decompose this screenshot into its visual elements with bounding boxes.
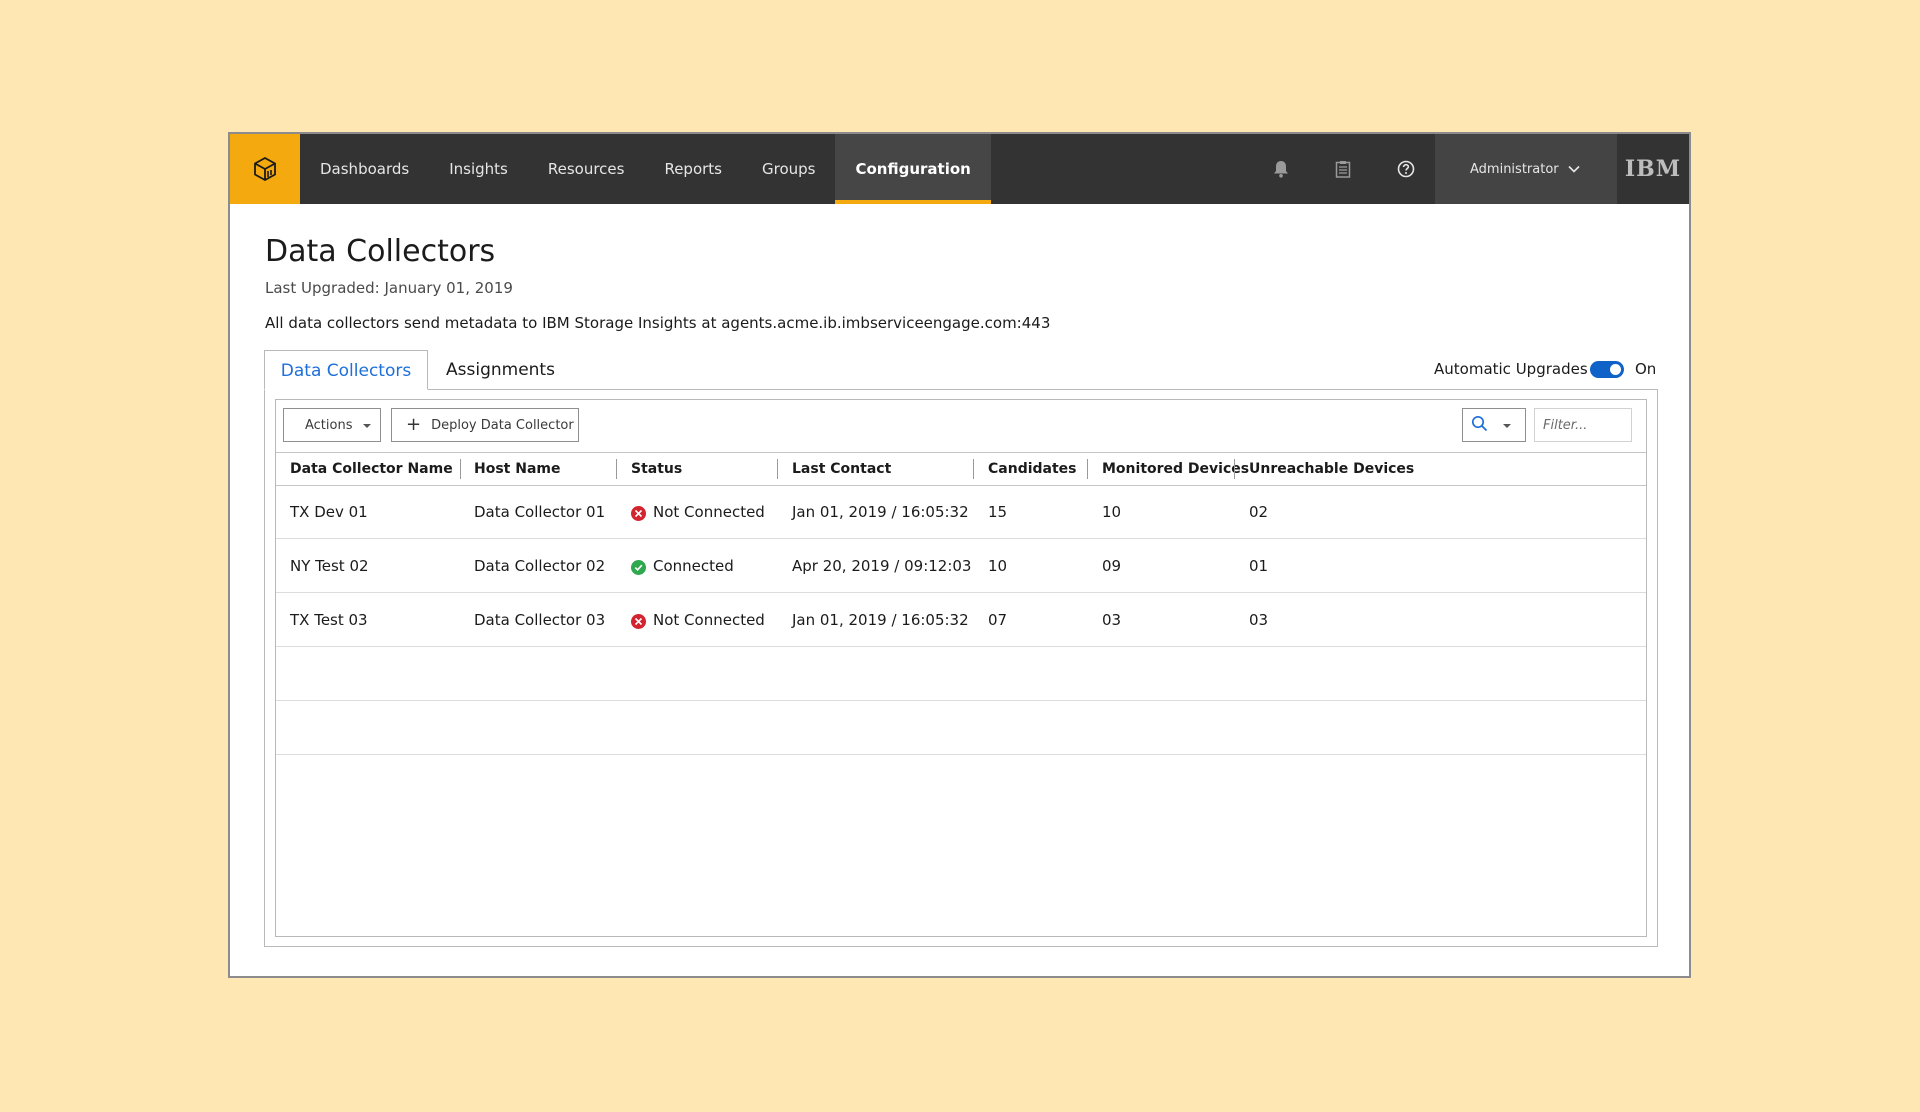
column-divider [460,459,461,479]
actions-dropdown[interactable]: Actions [283,408,381,442]
plus-icon: + [406,414,422,435]
top-navigation-bar: Dashboards Insights Resources Reports Gr… [230,134,1689,204]
cell-last-contact: Jan 01, 2019 / 16:05:32 [792,611,969,629]
col-header-unreachable[interactable]: Unreachable Devices [1249,453,1414,486]
caret-down-icon [1503,424,1511,428]
actions-label: Actions [305,417,353,433]
cell-status: Not Connected [653,611,765,629]
deploy-label: Deploy Data Collector [431,417,574,433]
user-menu[interactable]: Administrator [1435,134,1617,204]
nav-dashboards[interactable]: Dashboards [300,134,429,204]
table-row[interactable]: TX Test 03 Data Collector 03 Not Connect… [276,594,1646,647]
cell-unreachable: 02 [1249,503,1269,521]
cell-unreachable: 01 [1249,557,1269,575]
nav-resources[interactable]: Resources [528,134,645,204]
nav-configuration[interactable]: Configuration [835,134,991,204]
cell-host: Data Collector 02 [474,557,606,575]
column-divider [777,459,778,479]
tab-data-collectors[interactable]: Data Collectors [264,350,428,390]
clipboard-icon[interactable] [1331,157,1355,181]
cell-host: Data Collector 03 [474,611,606,629]
search-dropdown[interactable] [1462,408,1526,442]
chevron-down-icon [1567,161,1581,180]
cell-last-contact: Apr 20, 2019 / 09:12:03 [792,557,972,575]
storage-cube-icon[interactable] [230,134,300,204]
col-header-candidates[interactable]: Candidates [988,453,1077,486]
cell-monitored: 09 [1102,557,1122,575]
bell-icon[interactable] [1269,157,1293,181]
cell-monitored: 03 [1102,611,1122,629]
column-divider [616,459,617,479]
col-header-monitored[interactable]: Monitored Devices [1102,453,1249,486]
cell-candidates: 15 [988,503,1008,521]
help-icon[interactable] [1394,157,1418,181]
main-nav: Dashboards Insights Resources Reports Gr… [300,134,991,204]
cell-last-contact: Jan 01, 2019 / 16:05:32 [792,503,969,521]
empty-table-row [276,647,1646,701]
page-title: Data Collectors [265,234,496,269]
metadata-description: All data collectors send metadata to IBM… [265,314,1051,332]
column-divider [1234,459,1235,479]
nav-groups[interactable]: Groups [742,134,835,204]
table-row[interactable]: TX Dev 01 Data Collector 01 Not Connecte… [276,486,1646,539]
table-row[interactable]: NY Test 02 Data Collector 02 Connected A… [276,540,1646,593]
cell-unreachable: 03 [1249,611,1269,629]
nav-reports[interactable]: Reports [644,134,742,204]
connected-status-icon [631,560,646,575]
cell-name: TX Test 03 [290,611,368,629]
search-icon [1471,415,1488,436]
auto-upgrades-toggle[interactable] [1590,361,1624,378]
cell-monitored: 10 [1102,503,1122,521]
auto-upgrades-label: Automatic Upgrades [1434,360,1588,378]
cell-candidates: 07 [988,611,1008,629]
cell-status: Connected [653,557,734,575]
nav-insights[interactable]: Insights [429,134,528,204]
data-collectors-table-panel: Actions + Deploy Data Collector Data Col… [275,399,1647,937]
cell-candidates: 10 [988,557,1008,575]
deploy-data-collector-button[interactable]: + Deploy Data Collector [391,408,579,442]
col-header-last-contact[interactable]: Last Contact [792,453,891,486]
user-name: Administrator [1470,161,1559,177]
empty-table-row [276,701,1646,755]
cell-status: Not Connected [653,503,765,521]
col-header-host[interactable]: Host Name [474,453,560,486]
cell-host: Data Collector 01 [474,503,606,521]
app-window: Dashboards Insights Resources Reports Gr… [228,132,1691,978]
table-header: Data Collector Name Host Name Status Las… [276,452,1646,486]
tab-assignments[interactable]: Assignments [446,350,555,390]
auto-upgrades-state: On [1635,360,1657,378]
caret-down-icon [363,424,371,428]
last-upgraded: Last Upgraded: January 01, 2019 [265,279,513,297]
column-divider [973,459,974,479]
error-status-icon [631,506,646,521]
toggle-knob [1610,364,1621,375]
column-divider [1087,459,1088,479]
col-header-status[interactable]: Status [631,453,682,486]
filter-input[interactable] [1534,408,1632,442]
cell-name: TX Dev 01 [290,503,368,521]
cell-name: NY Test 02 [290,557,369,575]
ibm-logo: IBM [1617,134,1689,204]
col-header-name[interactable]: Data Collector Name [290,453,453,486]
error-status-icon [631,614,646,629]
